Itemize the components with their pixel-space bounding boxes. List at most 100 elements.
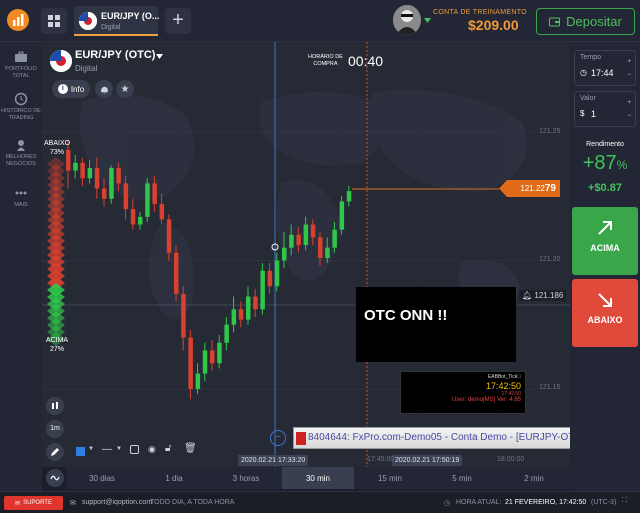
support-button[interactable]: ✉︎ SUPORTE [4, 496, 63, 510]
candle [303, 224, 309, 246]
timeframe-bar: 30 dias 1 dia 3 horas 30 min 15 min 5 mi… [66, 467, 570, 489]
wave-icon [50, 475, 60, 481]
candle-type-button[interactable] [46, 397, 64, 415]
tab-3-horas[interactable]: 3 horas [210, 467, 282, 489]
drawing-tools: ▼ — ▼ ◉ 🔓︎ 🗑︎ [42, 440, 202, 464]
iq-option-logo[interactable] [6, 8, 30, 32]
candle [310, 224, 316, 238]
status-bar: ✉︎ SUPORTE ✉︎ support@iqoption.com TODO … [0, 491, 640, 513]
tab-subtitle: Digital [101, 24, 121, 31]
lock-icon[interactable]: 🔓︎ [165, 443, 171, 454]
candle [109, 167, 114, 199]
sidebar-item-portfolio[interactable]: PORTFÓLIO TOTAL [0, 50, 42, 80]
abaixo-label: ABAIXO [587, 315, 623, 325]
current-price-tag: 121.22 79 [499, 180, 560, 197]
candle [339, 201, 345, 230]
line-width-icon[interactable]: — [102, 444, 112, 455]
time-label: HORA ATUAL: [456, 499, 502, 506]
tab-1-dia[interactable]: 1 dia [138, 467, 210, 489]
y-axis-label: 121.15 [539, 384, 561, 391]
overlay-window: OTC ONN !! [356, 287, 516, 362]
acima-button[interactable]: ACIMA [572, 207, 638, 275]
chevron-down-icon[interactable]: ▼ [88, 446, 94, 452]
history-icon [14, 92, 28, 106]
tempo-value: 17:44 [591, 68, 614, 78]
sidebar-item-best-trades[interactable]: MELHORES NEGÓCIOS [0, 138, 42, 168]
stepper-icon[interactable]: + − [627, 56, 631, 82]
time-tag-right: 2020.02.21 17:50:19 [392, 455, 463, 466]
tempo-label: Tempo [580, 54, 602, 61]
asset-tab-eurjpy[interactable]: EUR/JPY (O... Digital [74, 6, 160, 36]
tab-30-min[interactable]: 30 min [282, 467, 354, 489]
support-hours: TODO DIA, A TODA HORA [150, 499, 235, 506]
chevron-down-icon[interactable] [424, 18, 431, 23]
fxpro-titlebar[interactable]: 8404644: FxPro.com-Demo05 - Conta Demo -… [293, 427, 570, 449]
fxpro-title: 8404644: FxPro.com-Demo05 - Conta Demo -… [308, 432, 570, 443]
tab-title: EUR/JPY (O... [101, 11, 160, 21]
dollar-icon: $ [580, 109, 585, 118]
candle [267, 270, 273, 287]
tab-15-min[interactable]: 15 min [354, 467, 426, 489]
sentiment-acima-label: ACIMA [45, 337, 69, 344]
avatar[interactable] [393, 5, 421, 35]
valor-value: 1 [591, 109, 597, 119]
candle [210, 350, 215, 364]
tab-5-min[interactable]: 5 min [426, 467, 498, 489]
alert-price-tag[interactable]: 🔔︎ 121.186 [519, 290, 567, 301]
sidebar-item-more[interactable]: MAIS [0, 186, 42, 209]
abaixo-button[interactable]: ABAIXO [572, 279, 638, 347]
eurjpy-flag-icon [79, 12, 97, 30]
info-button[interactable]: i Info [52, 80, 90, 98]
mt4-icon [296, 432, 306, 445]
candle [238, 309, 244, 320]
time-value: 21 FEVEREIRO, 17:42:50 [505, 499, 587, 506]
support-email[interactable]: support@iqoption.com [82, 499, 152, 506]
candle [73, 162, 78, 171]
candle [253, 296, 258, 310]
expiry-countdown: 00:40 [348, 53, 384, 69]
candle [202, 350, 208, 374]
fullscreen-icon[interactable]: ⛶ [622, 497, 627, 505]
candle [174, 252, 179, 294]
timeframe-button[interactable]: 1m [46, 420, 64, 438]
eye-icon[interactable]: ◉ [148, 444, 156, 455]
tempo-field[interactable]: Tempo ◷ 17:44 + − [574, 50, 636, 86]
favorite-button[interactable]: ★ [116, 80, 134, 98]
copy-icon[interactable] [130, 445, 139, 454]
sidebar-item-label: MAIS [14, 202, 28, 208]
x-axis-label: 18:00:00 [497, 456, 525, 463]
candle [188, 337, 193, 389]
color-swatch[interactable] [76, 447, 85, 456]
chevron-down-icon[interactable] [156, 54, 163, 59]
chart-area[interactable]: EUR/JPY (OTC) Digital i Info ★ HORÁRIO D… [42, 42, 570, 467]
sentiment-abaixo-pct: 73% [49, 149, 64, 156]
add-tab-button[interactable]: + [165, 8, 191, 34]
expiry-label-line2: COMPRA [313, 61, 338, 67]
assets-grid-button[interactable] [41, 8, 67, 34]
candle [231, 309, 237, 325]
stepper-icon[interactable]: + − [627, 97, 631, 123]
valor-field[interactable]: Valor $ 1 + − [574, 91, 636, 127]
chevron-down-icon[interactable]: ▼ [116, 446, 122, 452]
deposit-button[interactable]: Depositar [536, 8, 635, 35]
alert-button[interactable] [95, 80, 113, 98]
candles-icon [52, 402, 58, 409]
zoom-minus-button[interactable]: − [270, 430, 286, 446]
candle [87, 167, 93, 179]
candle [94, 167, 100, 189]
sidebar-item-history[interactable]: HISTÓRICO DE TRADING [0, 92, 42, 122]
indicators-button[interactable] [46, 469, 64, 487]
tab-label: 15 min [377, 473, 402, 483]
briefcase-icon [15, 51, 27, 62]
candle [166, 219, 172, 253]
tab-label: 1 dia [165, 473, 183, 483]
candle [289, 234, 294, 248]
trash-icon[interactable]: 🗑︎ [184, 443, 197, 454]
asset-title[interactable]: EUR/JPY (OTC) [75, 49, 155, 61]
candle [159, 203, 165, 220]
arrow-up-icon [598, 221, 612, 235]
support-label: SUPORTE [23, 500, 52, 506]
tab-2-min[interactable]: 2 min [498, 467, 570, 489]
y-axis-label: 121.20 [539, 256, 561, 263]
tab-30-dias[interactable]: 30 dias [66, 467, 138, 489]
